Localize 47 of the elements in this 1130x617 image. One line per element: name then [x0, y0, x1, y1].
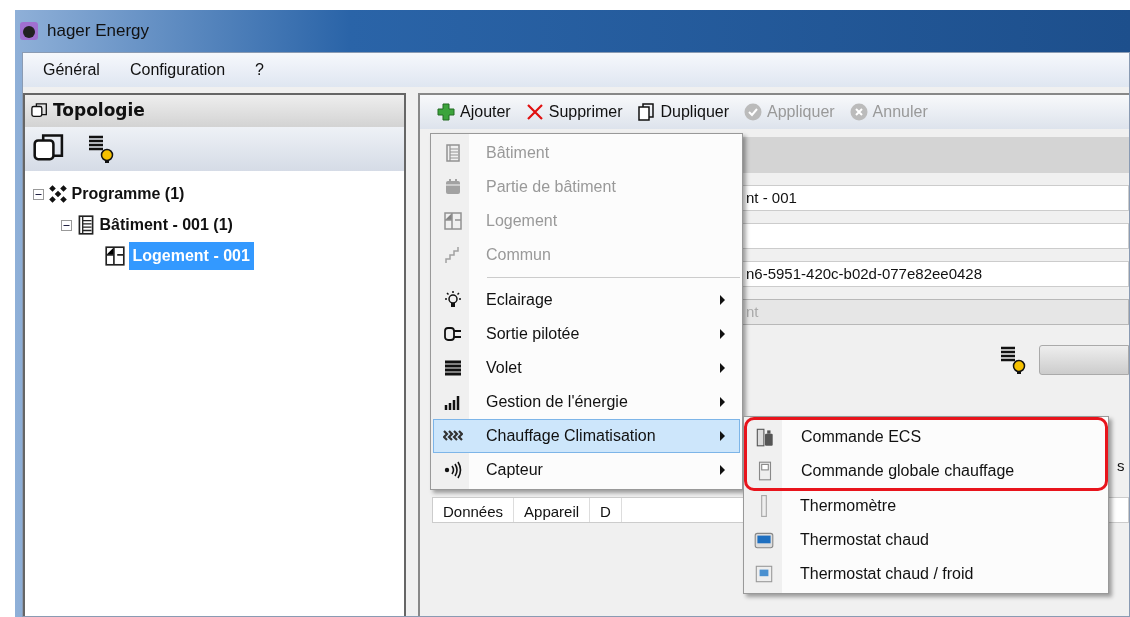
menu-item[interactable]: Capteur: [433, 453, 740, 487]
app-icon: [19, 21, 39, 41]
lamp-icon: [87, 134, 115, 164]
menu-item[interactable]: ?: [255, 58, 264, 82]
toolbar-button[interactable]: Supprimer: [524, 100, 623, 124]
thermometer-icon: [761, 495, 767, 517]
toolbar-button[interactable]: Dupliquer: [636, 100, 729, 124]
menu-item[interactable]: Général: [43, 58, 100, 82]
sensor-icon: [443, 460, 463, 480]
menu-item[interactable]: Thermomètre: [746, 489, 1106, 523]
delete-icon: [524, 102, 545, 122]
tree-item[interactable]: Bâtiment - 001 (1): [99, 213, 233, 237]
toggle-button[interactable]: [1039, 345, 1129, 375]
building-icon: [443, 143, 463, 163]
window-title: hager Energy: [47, 20, 150, 43]
check-icon: [743, 102, 763, 122]
add-icon: [436, 102, 456, 122]
floor-plan-icon: [443, 211, 463, 231]
column-header: Données: [433, 498, 515, 522]
collapse-icon[interactable]: [60, 219, 72, 231]
menu-item[interactable]: Configuration: [129, 58, 226, 82]
collapse-icon[interactable]: [32, 188, 44, 200]
tree-item[interactable]: Programme (1): [71, 182, 185, 206]
menu-item[interactable]: Thermostat chaud: [746, 523, 1106, 557]
duplicate-icon: [636, 102, 657, 122]
menu-item[interactable]: Commande globale chauffage: [747, 454, 1105, 488]
menu-item[interactable]: Gestion de l'énergie: [433, 385, 740, 419]
shutter-icon: [443, 358, 463, 378]
copy-icon: [31, 102, 49, 120]
device-icon: [754, 426, 776, 448]
diamonds-icon: [46, 183, 69, 205]
column-header: D: [590, 498, 622, 522]
column-header: Appareil: [514, 498, 591, 522]
lamp-icon: [999, 345, 1027, 375]
panel-title: Topologie: [53, 99, 145, 123]
light-bulb-icon: [443, 290, 463, 310]
cancel-icon: [848, 102, 869, 122]
button-label: s: [1117, 456, 1125, 476]
plug-icon: [443, 324, 463, 344]
toolbar-button[interactable]: Ajouter: [436, 100, 511, 124]
thermostat-icon: [753, 563, 775, 585]
menu-item[interactable]: Thermostat chaud / froid: [746, 557, 1106, 591]
menu-item[interactable]: Commande ECS: [747, 420, 1105, 454]
menu-item[interactable]: Volet: [433, 351, 740, 385]
menu-item[interactable]: Chauffage Climatisation: [433, 419, 740, 453]
block-icon: [443, 177, 463, 197]
floor-plan-icon: [103, 245, 126, 267]
